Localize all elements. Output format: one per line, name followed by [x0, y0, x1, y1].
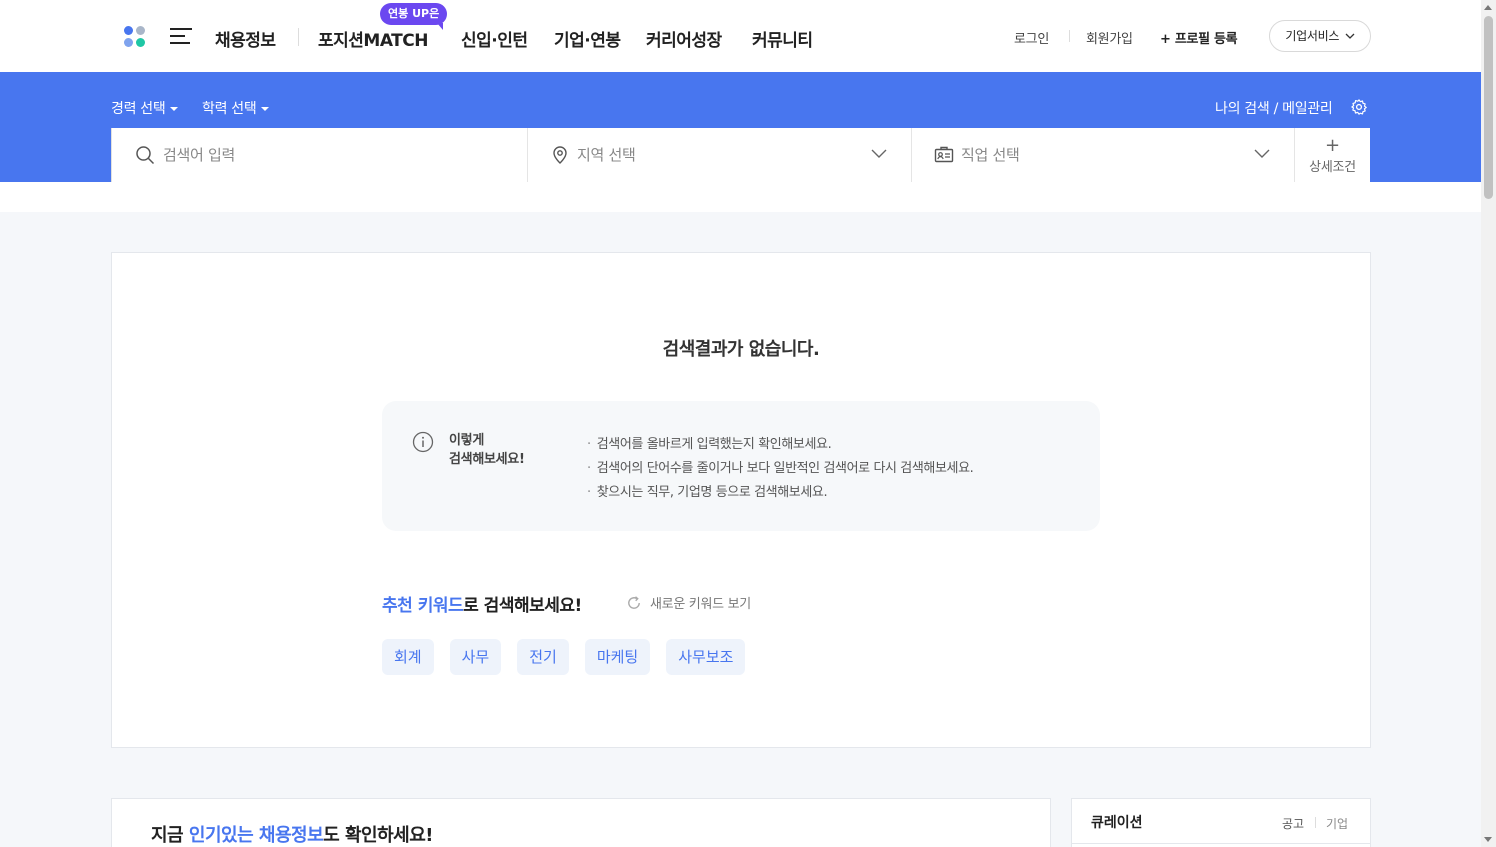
match-badge: 연봉 UP은 [380, 3, 448, 30]
caret-down-icon [261, 107, 270, 111]
gear-icon[interactable] [1350, 98, 1368, 116]
career-filter-label: 경력 선택 [111, 101, 166, 117]
keyword-chip[interactable]: 전기 [517, 639, 569, 675]
detail-condition-button[interactable]: + 상세조건 [1295, 128, 1370, 182]
tip-item: 검색어의 단어수를 줄이거나 보다 일반적인 검색어로 다시 검색해보세요. [587, 457, 974, 481]
nav-divider [298, 28, 299, 46]
chevron-down-icon [1254, 149, 1270, 158]
profile-register-link[interactable]: + 프로필 등록 [1160, 28, 1238, 47]
nav-position-match[interactable]: 포지션MATCH [318, 26, 428, 51]
curation-card: 큐레이션 공고 기업 [1071, 798, 1371, 847]
recommend-title: 추천 키워드로 검색해보세요! [382, 591, 582, 616]
popular-suffix: 도 확인하세요! [323, 825, 433, 846]
search-icon [136, 146, 155, 165]
curation-title: 큐레이션 [1091, 815, 1143, 831]
tip-title-line: 검색해보세요! [449, 452, 525, 467]
tip-title-line: 이렇게 [449, 433, 484, 448]
refresh-keywords-label: 새로운 키워드 보기 [650, 597, 751, 612]
popular-highlight: 인기있는 채용정보 [188, 825, 324, 846]
page-scrollbar[interactable] [1481, 0, 1496, 847]
login-link[interactable]: 로그인 [1014, 28, 1049, 47]
keyword-chip[interactable]: 사무보조 [666, 639, 746, 675]
keyword-placeholder: 검색어 입력 [163, 146, 235, 164]
nav-community[interactable]: 커뮤니티 [752, 26, 813, 51]
info-icon [412, 431, 434, 453]
popular-jobs-card: 지금 인기있는 채용정보도 확인하세요! [111, 798, 1051, 847]
logo-dot-icon [124, 38, 133, 47]
search-box: 검색어 입력 지역 선택 직업 선택 + 상세조건 [111, 128, 1370, 182]
search-panel: 경력 선택 학력 선택 나의 검색 / 메일관리 검색어 입력 지역 선택 직업… [0, 72, 1481, 182]
keyword-input[interactable]: 검색어 입력 [112, 128, 528, 182]
keyword-chip[interactable]: 마케팅 [584, 639, 651, 675]
scroll-thumb[interactable] [1484, 16, 1493, 199]
plus-icon: + [1325, 135, 1341, 156]
logo-dot-icon [124, 26, 133, 35]
biz-service-button[interactable]: 기업서비스 [1269, 20, 1371, 52]
menu-icon[interactable] [170, 28, 192, 44]
global-header: 채용정보 포지션MATCH 연봉 UP은 신입·인턴 기업·연봉 커리어성장 커… [0, 0, 1481, 72]
keyword-chip[interactable]: 사무 [449, 639, 502, 675]
scroll-down-arrow-icon[interactable] [1484, 837, 1492, 842]
popular-prefix: 지금 [151, 825, 189, 846]
nav-career-growth[interactable]: 커리어성장 [646, 26, 722, 51]
my-search-link[interactable]: 나의 검색 / 메일관리 [1215, 98, 1333, 118]
util-divider [1069, 30, 1070, 42]
band-spacer [0, 182, 1481, 212]
location-pin-icon [553, 146, 567, 164]
chevron-down-icon [871, 149, 887, 158]
job-placeholder: 직업 선택 [961, 146, 1020, 164]
biz-service-label: 기업서비스 [1285, 29, 1340, 43]
curation-divider [1072, 843, 1370, 844]
search-tip-box: 이렇게 검색해보세요! 검색어를 올바르게 입력했는지 확인해보세요. 검색어의… [382, 401, 1100, 531]
tip-item: 찾으시는 직무, 기업명 등으로 검색해보세요. [587, 481, 973, 505]
refresh-icon [628, 596, 640, 609]
recommend-suffix: 로 검색해보세요! [463, 596, 582, 616]
nav-jobs[interactable]: 채용정보 [215, 26, 276, 51]
refresh-keywords-button[interactable]: 새로운 키워드 보기 [626, 593, 751, 612]
region-placeholder: 지역 선택 [577, 146, 636, 164]
id-card-icon [934, 146, 954, 163]
search-result-card: 검색결과가 없습니다. 이렇게 검색해보세요! 검색어를 올바르게 입력했는지 … [111, 252, 1371, 748]
logo-dot-icon [136, 26, 145, 35]
popular-jobs-title: 지금 인기있는 채용정보도 확인하세요! [151, 821, 433, 847]
job-select[interactable]: 직업 선택 [912, 128, 1295, 182]
curation-tab-posting[interactable]: 공고 [1282, 815, 1304, 832]
region-select[interactable]: 지역 선택 [528, 128, 912, 182]
tip-item: 검색어를 올바르게 입력했는지 확인해보세요. [587, 433, 973, 457]
logo-dot-icon [136, 38, 145, 47]
keyword-chip[interactable]: 회계 [382, 639, 434, 675]
nav-newcomer-intern[interactable]: 신입·인턴 [461, 26, 528, 51]
no-result-message: 검색결과가 없습니다. [662, 339, 820, 360]
tip-title: 이렇게 검색해보세요! [449, 431, 525, 469]
tip-list: 검색어를 올바르게 입력했는지 확인해보세요. 검색어의 단어수를 줄이거나 보… [587, 433, 974, 505]
chevron-down-icon [1345, 33, 1355, 39]
recommend-highlight: 추천 키워드 [382, 596, 464, 616]
scroll-up-arrow-icon[interactable] [1484, 5, 1492, 10]
curation-tab-company[interactable]: 기업 [1326, 815, 1348, 832]
caret-down-icon [170, 107, 179, 111]
keyword-chips: 회계 사무 전기 마케팅 사무보조 [382, 639, 746, 675]
signup-link[interactable]: 회원가입 [1086, 28, 1133, 47]
career-filter[interactable]: 경력 선택 [111, 98, 179, 118]
detail-condition-label: 상세조건 [1309, 160, 1356, 175]
curation-tab-divider [1315, 817, 1316, 828]
education-filter-label: 학력 선택 [202, 101, 257, 117]
logo-icon[interactable] [124, 26, 148, 48]
nav-company-salary[interactable]: 기업·연봉 [554, 26, 621, 51]
education-filter[interactable]: 학력 선택 [202, 98, 270, 118]
